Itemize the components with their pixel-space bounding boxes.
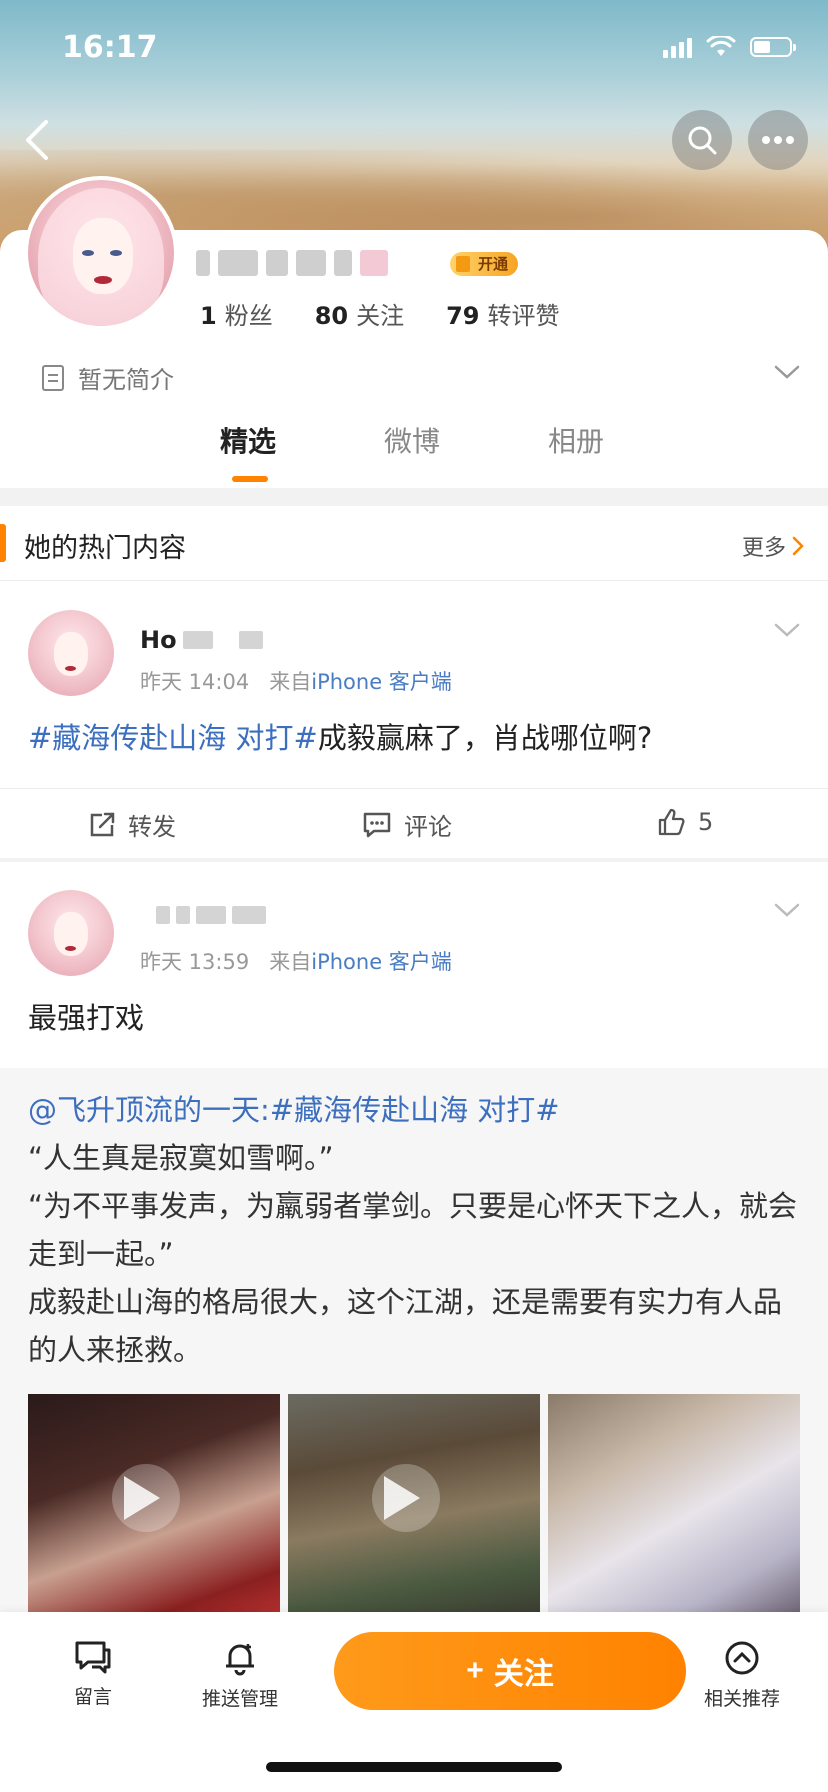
post-avatar[interactable]	[28, 890, 114, 976]
play-icon	[384, 1476, 420, 1520]
tab-featured[interactable]: 精选	[220, 420, 276, 460]
stat-following[interactable]: 80 关注	[315, 296, 404, 331]
comment-icon	[363, 812, 391, 837]
profile-avatar[interactable]	[24, 176, 178, 330]
battery-icon	[750, 37, 796, 57]
chevron-down-icon	[774, 623, 800, 637]
hot-content-header: 她的热门内容 更多	[0, 506, 828, 581]
post-author-name-blurred[interactable]	[156, 906, 266, 924]
push-management-button[interactable]: 推送管理	[202, 1640, 278, 1711]
bio-text: 暂无简介	[78, 366, 174, 394]
post-meta: 昨天 13:59 来自iPhone 客户端	[140, 950, 452, 974]
tab-album[interactable]: 相册	[548, 420, 604, 460]
post-author-name[interactable]: Ho	[140, 626, 263, 654]
wifi-icon	[706, 36, 736, 56]
post-actions: 转发 评论 5	[0, 788, 828, 859]
thumbs-up-icon	[658, 808, 685, 836]
message-icon	[75, 1641, 111, 1674]
stat-followers[interactable]: 1 粉丝	[200, 296, 273, 331]
tab-weibo[interactable]: 微博	[384, 420, 440, 460]
post-meta: 昨天 14:04 来自iPhone 客户端	[140, 670, 452, 694]
profile-name-blurred	[196, 250, 388, 276]
vip-badge[interactable]: 开通	[450, 252, 519, 276]
chevron-left-icon	[26, 120, 48, 160]
status-icons	[663, 36, 796, 58]
profile-bio: 暂无简介	[42, 360, 174, 395]
related-recommend-button[interactable]: 相关推荐	[704, 1640, 780, 1711]
post-divider	[0, 858, 828, 862]
home-indicator	[266, 1762, 562, 1772]
more-button[interactable]	[748, 110, 808, 170]
back-button[interactable]	[18, 118, 58, 162]
profile-tabs: 精选 微博 相册	[0, 420, 828, 490]
document-icon	[42, 364, 64, 391]
more-dots-icon	[762, 136, 794, 144]
message-button[interactable]: 留言	[74, 1640, 112, 1709]
repost-icon	[90, 812, 115, 836]
bell-icon	[226, 1644, 254, 1676]
post-options-button[interactable]	[774, 622, 800, 642]
video-thumbnail[interactable]	[548, 1394, 800, 1618]
follow-button[interactable]: + 关注	[334, 1632, 686, 1710]
post-text: #藏海传赴山海 对打#成毅赢麻了，肖战哪位啊?	[28, 721, 653, 755]
status-time: 16:17	[62, 30, 158, 65]
profile-stats: 1 粉丝 80 关注 79 转评赞	[200, 296, 560, 331]
chevron-up-circle-icon	[725, 1641, 759, 1675]
chevron-down-icon	[774, 903, 800, 917]
play-icon	[124, 1476, 160, 1520]
active-tab-indicator	[232, 476, 268, 482]
more-link[interactable]: 更多	[742, 530, 804, 562]
search-button[interactable]	[672, 110, 732, 170]
cellular-signal-icon	[663, 36, 692, 58]
search-icon	[688, 126, 717, 155]
expand-profile-button[interactable]	[774, 364, 800, 384]
comment-button[interactable]: 评论	[362, 807, 452, 842]
chevron-right-icon	[792, 536, 804, 556]
repost-author-topic[interactable]: @飞升顶流的一天:#藏海传赴山海 对打#	[28, 1086, 808, 1134]
stat-interactions[interactable]: 79 转评赞	[446, 296, 559, 331]
post-avatar[interactable]	[28, 610, 114, 696]
repost-button[interactable]: 转发	[88, 807, 176, 842]
post-text: 最强打戏	[28, 1001, 145, 1035]
post-options-button[interactable]	[774, 902, 800, 922]
hot-content-title: 她的热门内容	[24, 533, 186, 564]
video-thumbnail[interactable]	[28, 1394, 280, 1618]
topic-link[interactable]: #藏海传赴山海 对打#	[28, 721, 318, 755]
section-accent-bar	[0, 524, 6, 562]
section-divider	[0, 488, 828, 506]
chevron-down-icon	[774, 365, 800, 379]
video-thumbnail[interactable]	[288, 1394, 540, 1618]
repost-text: @飞升顶流的一天:#藏海传赴山海 对打# “人生真是寂寞如雪啊。” “为不平事发…	[28, 1086, 808, 1374]
like-button[interactable]: 5	[656, 807, 713, 837]
